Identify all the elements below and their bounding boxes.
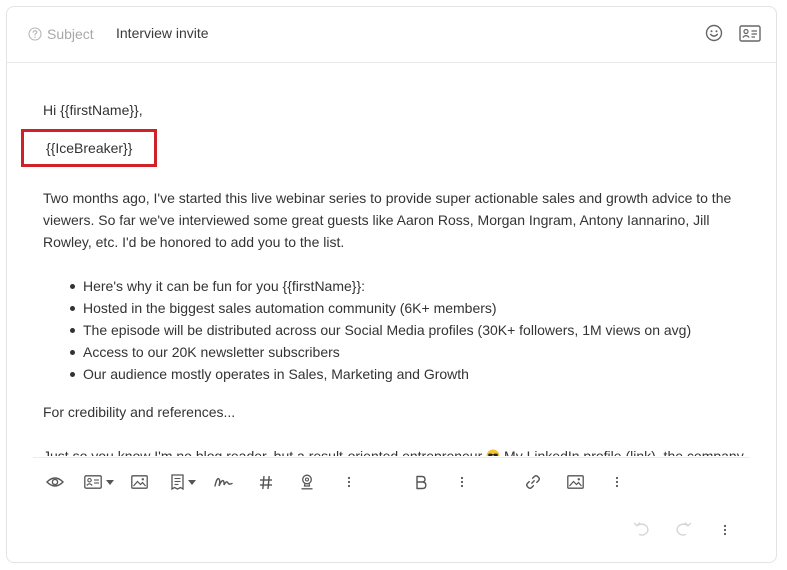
redo-button[interactable]: [675, 521, 692, 539]
smiley-icon[interactable]: [705, 24, 723, 42]
stamp-icon: [301, 474, 313, 490]
more-options-button[interactable]: [347, 473, 351, 491]
undo-button[interactable]: [633, 521, 650, 539]
linkedin-paragraph: Just so you know I'm no blog reader, but…: [43, 445, 746, 456]
bold-button[interactable]: [415, 473, 427, 491]
credibility-text: For credibility and references...: [43, 404, 236, 420]
question-circle-icon: [28, 27, 42, 41]
undo-icon: [633, 522, 649, 536]
subject-label: Subject: [47, 26, 94, 42]
list-item: Hosted in the biggest sales automation c…: [67, 297, 691, 319]
insert-image-button[interactable]: [131, 473, 148, 491]
insert-link-button[interactable]: [525, 473, 541, 491]
bold-icon: [416, 475, 427, 489]
list-item: The episode will be distributed across o…: [67, 319, 691, 341]
template-dropdown[interactable]: [171, 473, 196, 491]
signature-button[interactable]: [214, 473, 233, 491]
contact-card-icon: [84, 475, 102, 489]
image-icon: [131, 475, 148, 489]
stamp-button[interactable]: [300, 473, 314, 491]
more-icon: [723, 524, 727, 536]
image-icon: [567, 475, 584, 489]
linkedin-text-before: Just so you know I'm no blog reader, but…: [43, 448, 483, 456]
more-icon: [347, 476, 351, 488]
sunglasses-emoji-icon: [486, 449, 500, 456]
list-item: Here's why it can be fun for you {{first…: [67, 275, 691, 297]
icebreaker-highlight: {{IceBreaker}}: [21, 129, 157, 167]
email-body[interactable]: Hi {{firstName}}, {{IceBreaker}} Two mon…: [7, 63, 776, 456]
eye-icon: [46, 477, 64, 487]
icebreaker-variable: {{IceBreaker}}: [46, 140, 133, 156]
list-item: Access to our 20K newsletter subscribers: [67, 341, 691, 363]
more-format-button[interactable]: [460, 473, 464, 491]
chevron-down-icon: [106, 479, 114, 485]
insert-variable-dropdown[interactable]: [84, 473, 114, 491]
toolbar-divider: [33, 457, 750, 458]
greeting-text: Hi {{firstName}},: [43, 102, 143, 118]
preview-button[interactable]: [46, 473, 64, 491]
redo-icon: [676, 522, 692, 536]
link-icon: [526, 475, 540, 489]
bullet-list: Here's why it can be fun for you {{first…: [67, 275, 691, 385]
intro-paragraph: Two months ago, I've started this live w…: [43, 190, 732, 250]
hashtag-icon: [260, 475, 272, 489]
contact-card-icon[interactable]: [739, 25, 761, 42]
more-icon: [615, 476, 619, 488]
more-insert-button[interactable]: [615, 473, 619, 491]
template-icon: [171, 474, 184, 490]
insert-image-button-2[interactable]: [567, 473, 584, 491]
more-icon: [460, 476, 464, 488]
linkedin-text-after: My LinkedIn profile (link), the company: [504, 448, 744, 456]
email-editor: Subject Interview invite Hi {{firstName}…: [6, 6, 777, 563]
list-item: Our audience mostly operates in Sales, M…: [67, 363, 691, 385]
subject-input[interactable]: Interview invite: [116, 25, 209, 41]
chevron-down-icon: [188, 479, 196, 485]
hashtag-button[interactable]: [259, 473, 273, 491]
signature-icon: [214, 477, 233, 487]
subject-bar: Subject Interview invite: [7, 7, 776, 63]
footer-more-button[interactable]: [723, 521, 727, 539]
